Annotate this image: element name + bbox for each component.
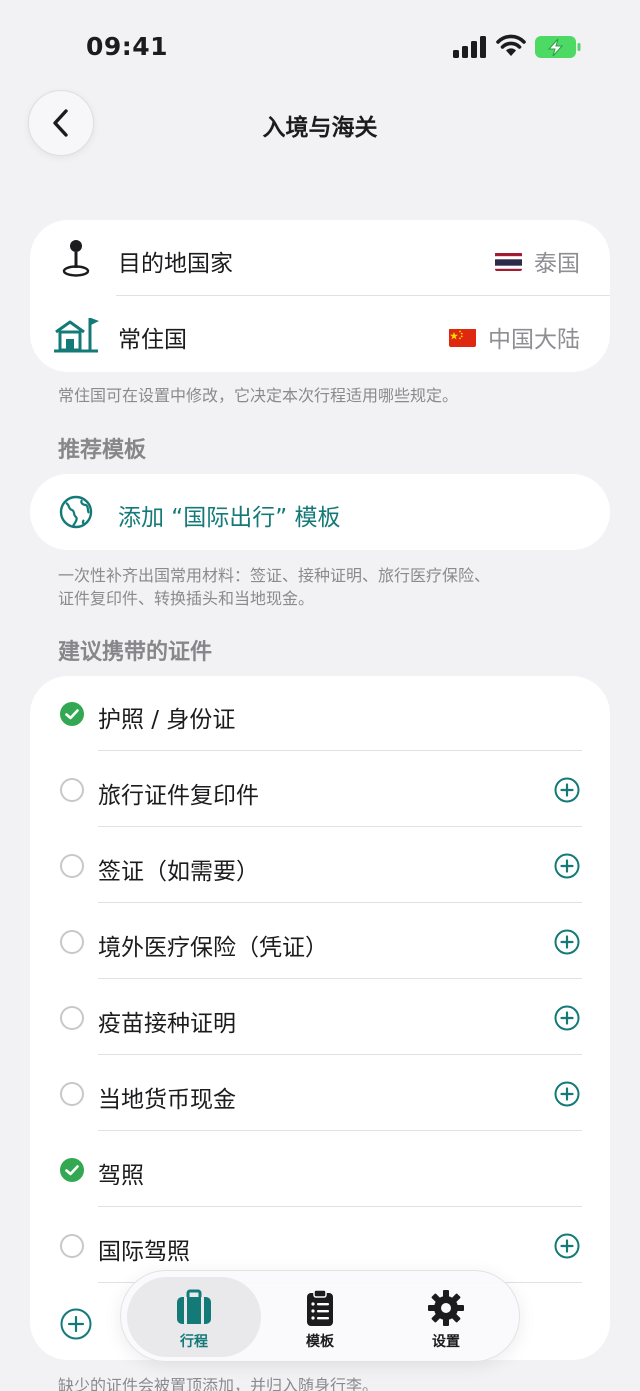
- checked-circle-icon[interactable]: [60, 702, 84, 726]
- status-bar: 09:41: [0, 0, 640, 90]
- document-label: 境外医疗保险（凭证）: [98, 935, 328, 961]
- document-label: 签证（如需要）: [98, 859, 259, 885]
- divider: [98, 1206, 582, 1207]
- template-note: 一次性补齐出国常用材料：签证、接种证明、旅行医疗保险、 证件复印件、转换插头和当…: [58, 564, 490, 610]
- document-row-visa[interactable]: 签证（如需要）: [30, 828, 610, 904]
- residence-value: 中国大陆: [449, 320, 580, 354]
- unchecked-circle-icon[interactable]: [60, 1082, 84, 1106]
- unchecked-circle-icon[interactable]: [60, 778, 84, 802]
- residence-note: 常住国可在设置中修改，它决定本次行程适用哪些规定。: [58, 386, 459, 405]
- gear-icon: [428, 1290, 464, 1326]
- china-flag-icon: [449, 328, 476, 347]
- document-label: 当地货币现金: [98, 1087, 236, 1113]
- documents-section-title: 建议携带的证件: [58, 640, 213, 665]
- add-circle-icon[interactable]: [554, 929, 580, 955]
- tab-label: 设置: [432, 1334, 460, 1350]
- documents-card: 护照 / 身份证 旅行证件复印件 签证（如需要） 境外医疗保险（凭证） 疫苗接种: [30, 676, 610, 1360]
- add-circle-icon[interactable]: [554, 1005, 580, 1031]
- cellular-signal-icon: [453, 36, 486, 58]
- destination-label: 目的地国家: [118, 251, 233, 277]
- document-row-insurance[interactable]: 境外医疗保险（凭证）: [30, 904, 610, 980]
- document-row-license[interactable]: 驾照: [30, 1132, 610, 1208]
- divider: [98, 902, 582, 903]
- document-label: 护照 / 身份证: [98, 707, 236, 733]
- page-title: 入境与海关: [262, 115, 378, 141]
- unchecked-circle-icon[interactable]: [60, 854, 84, 878]
- tab-label: 模板: [306, 1334, 334, 1350]
- residence-country-text: 中国大陆: [488, 327, 580, 353]
- tab-settings[interactable]: 设置: [379, 1277, 513, 1357]
- add-circle-icon[interactable]: [554, 777, 580, 803]
- globe-icon: [59, 495, 93, 529]
- document-row-cash[interactable]: 当地货币现金: [30, 1056, 610, 1132]
- unchecked-circle-icon[interactable]: [60, 1234, 84, 1258]
- clipboard-list-icon: [307, 1289, 333, 1326]
- divider: [98, 1130, 582, 1131]
- destination-country-text: 泰国: [534, 251, 580, 277]
- document-label: 驾照: [98, 1163, 144, 1189]
- document-row-copies[interactable]: 旅行证件复印件: [30, 752, 610, 828]
- unchecked-circle-icon[interactable]: [60, 1006, 84, 1030]
- template-note-line-2: 证件复印件、转换插头和当地现金。: [58, 589, 315, 608]
- residence-label: 常住国: [118, 327, 187, 353]
- suitcase-icon: [177, 1289, 211, 1324]
- documents-footer-note: 缺少的证件会被置顶添加，并归入随身行李。: [58, 1376, 379, 1391]
- add-template-label: 添加 “国际出行” 模板: [118, 505, 341, 531]
- add-circle-icon[interactable]: [554, 853, 580, 879]
- divider: [98, 750, 582, 751]
- divider: [98, 1054, 582, 1055]
- status-time: 09:41: [86, 32, 169, 61]
- add-circle-icon[interactable]: [554, 1081, 580, 1107]
- tab-bar: 行程 模板 设置: [120, 1270, 520, 1362]
- destination-row[interactable]: 目的地国家 泰国: [30, 220, 610, 296]
- document-label: 疫苗接种证明: [98, 1011, 236, 1037]
- house-flag-icon: [52, 312, 100, 356]
- add-template-button[interactable]: 添加 “国际出行” 模板: [30, 474, 610, 550]
- document-row-passport[interactable]: 护照 / 身份证: [30, 676, 610, 752]
- divider: [98, 978, 582, 979]
- add-circle-icon[interactable]: [554, 1233, 580, 1259]
- document-label: 旅行证件复印件: [98, 783, 259, 809]
- destination-value: 泰国: [495, 244, 580, 278]
- recommended-section-title: 推荐模板: [58, 438, 147, 463]
- residence-row[interactable]: 常住国 中国大陆: [30, 296, 610, 372]
- divider: [98, 826, 582, 827]
- document-row-vaccine[interactable]: 疫苗接种证明: [30, 980, 610, 1056]
- tab-trips[interactable]: 行程: [127, 1277, 261, 1357]
- document-label: 国际驾照: [98, 1239, 190, 1265]
- template-note-line-1: 一次性补齐出国常用材料：签证、接种证明、旅行医疗保险、: [58, 566, 491, 585]
- thailand-flag-icon: [495, 252, 522, 271]
- unchecked-circle-icon[interactable]: [60, 930, 84, 954]
- checked-circle-icon[interactable]: [60, 1158, 84, 1182]
- location-card: 目的地国家 泰国 常住国 中国大陆: [30, 220, 610, 372]
- map-pin-icon: [52, 236, 100, 280]
- battery-charging-icon: [535, 36, 581, 58]
- wifi-icon: [496, 34, 526, 56]
- tab-label: 行程: [180, 1334, 208, 1350]
- add-document-icon[interactable]: [60, 1308, 92, 1340]
- tab-templates[interactable]: 模板: [253, 1277, 387, 1357]
